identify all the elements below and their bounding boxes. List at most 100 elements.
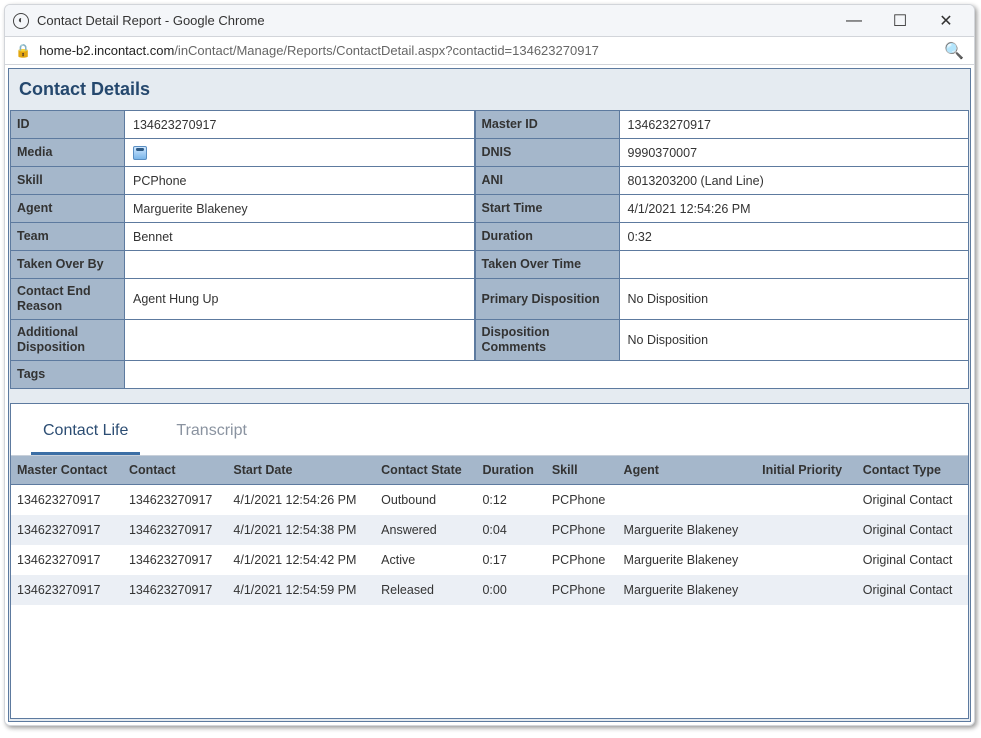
maximize-button[interactable]: ☐ [890,11,910,31]
label-id: ID [10,111,125,139]
value-tags [125,361,969,389]
tab-contact-life[interactable]: Contact Life [31,412,140,455]
table-row[interactable]: 1346232709171346232709174/1/2021 12:54:2… [11,485,968,516]
cell-dur: 0:17 [476,545,545,575]
cell-dur: 0:00 [476,575,545,605]
col-initial-priority[interactable]: Initial Priority [756,456,857,485]
col-contact-type[interactable]: Contact Type [857,456,968,485]
report-panel: Contact Details ID 134623270917 Master I… [8,68,971,722]
table-row[interactable]: 1346232709171346232709174/1/2021 12:54:4… [11,545,968,575]
cell-type: Original Contact [857,515,968,545]
cell-type: Original Contact [857,545,968,575]
zoom-icon[interactable]: 🔍 [944,41,964,61]
label-disposition-comments: Disposition Comments [475,320,620,361]
label-additional-disposition: Additional Disposition [10,320,125,361]
details-grid: ID 134623270917 Master ID 134623270917 M… [10,110,969,389]
url-path: /inContact/Manage/Reports/ContactDetail.… [174,43,599,58]
cell-state: Released [375,575,476,605]
table-row[interactable]: 1346232709171346232709174/1/2021 12:54:5… [11,575,968,605]
value-additional-disposition [125,320,475,361]
window-controls: — ☐ ✕ [844,11,956,31]
url-host: home-b2.incontact.com [39,43,174,58]
lock-icon: 🔒 [15,43,31,59]
cell-dur: 0:04 [476,515,545,545]
col-skill[interactable]: Skill [546,456,618,485]
label-start-time: Start Time [475,195,620,223]
value-team: Bennet [125,223,475,251]
value-dnis: 9990370007 [620,139,970,167]
cell-type: Original Contact [857,575,968,605]
minimize-button[interactable]: — [844,12,864,30]
value-taken-over-time [620,251,970,279]
label-agent: Agent [10,195,125,223]
label-tags: Tags [10,361,125,389]
label-ani: ANI [475,167,620,195]
value-media [125,139,475,167]
chrome-window: ◐ Contact Detail Report - Google Chrome … [4,4,975,726]
cell-agent [618,485,757,516]
cell-contact: 134623270917 [123,545,227,575]
window-title: Contact Detail Report - Google Chrome [37,13,844,28]
cell-prio [756,545,857,575]
label-skill: Skill [10,167,125,195]
contact-life-table: Master Contact Contact Start Date Contac… [11,456,968,605]
cell-dur: 0:12 [476,485,545,516]
tabs-pane: Contact Life Transcript Master Contact C… [10,403,969,719]
label-media: Media [10,139,125,167]
label-taken-over-time: Taken Over Time [475,251,620,279]
url-text: home-b2.incontact.com/inContact/Manage/R… [39,43,944,58]
cell-agent: Marguerite Blakeney [618,575,757,605]
value-taken-over-by [125,251,475,279]
phone-icon [133,146,147,160]
cell-prio [756,485,857,516]
col-contact-state[interactable]: Contact State [375,456,476,485]
cell-state: Active [375,545,476,575]
cell-start: 4/1/2021 12:54:59 PM [227,575,375,605]
address-bar[interactable]: 🔒 home-b2.incontact.com/inContact/Manage… [5,37,974,65]
window-titlebar: ◐ Contact Detail Report - Google Chrome … [5,5,974,37]
value-primary-disposition: No Disposition [620,279,970,320]
tabstrip: Contact Life Transcript [11,404,968,456]
table-row[interactable]: 1346232709171346232709174/1/2021 12:54:3… [11,515,968,545]
value-master-id: 134623270917 [620,111,970,139]
cell-type: Original Contact [857,485,968,516]
cell-contact: 134623270917 [123,515,227,545]
favicon-icon: ◐ [13,13,29,29]
value-disposition-comments: No Disposition [620,320,970,361]
value-ani: 8013203200 (Land Line) [620,167,970,195]
cell-skill: PCPhone [546,545,618,575]
label-primary-disposition: Primary Disposition [475,279,620,320]
value-agent: Marguerite Blakeney [125,195,475,223]
cell-master: 134623270917 [11,575,123,605]
value-start-time: 4/1/2021 12:54:26 PM [620,195,970,223]
cell-agent: Marguerite Blakeney [618,515,757,545]
page-title: Contact Details [9,69,970,110]
cell-prio [756,515,857,545]
value-duration: 0:32 [620,223,970,251]
value-contact-end-reason: Agent Hung Up [125,279,475,320]
close-button[interactable]: ✕ [936,11,956,31]
cell-agent: Marguerite Blakeney [618,545,757,575]
cell-skill: PCPhone [546,515,618,545]
col-master-contact[interactable]: Master Contact [11,456,123,485]
cell-state: Answered [375,515,476,545]
label-duration: Duration [475,223,620,251]
cell-start: 4/1/2021 12:54:38 PM [227,515,375,545]
col-contact[interactable]: Contact [123,456,227,485]
cell-master: 134623270917 [11,545,123,575]
cell-skill: PCPhone [546,485,618,516]
label-master-id: Master ID [475,111,620,139]
cell-master: 134623270917 [11,515,123,545]
col-start-date[interactable]: Start Date [227,456,375,485]
col-agent[interactable]: Agent [618,456,757,485]
cell-skill: PCPhone [546,575,618,605]
cell-contact: 134623270917 [123,575,227,605]
cell-state: Outbound [375,485,476,516]
tab-transcript[interactable]: Transcript [164,412,259,455]
col-duration[interactable]: Duration [476,456,545,485]
cell-contact: 134623270917 [123,485,227,516]
value-skill: PCPhone [125,167,475,195]
cell-master: 134623270917 [11,485,123,516]
cell-start: 4/1/2021 12:54:26 PM [227,485,375,516]
label-dnis: DNIS [475,139,620,167]
